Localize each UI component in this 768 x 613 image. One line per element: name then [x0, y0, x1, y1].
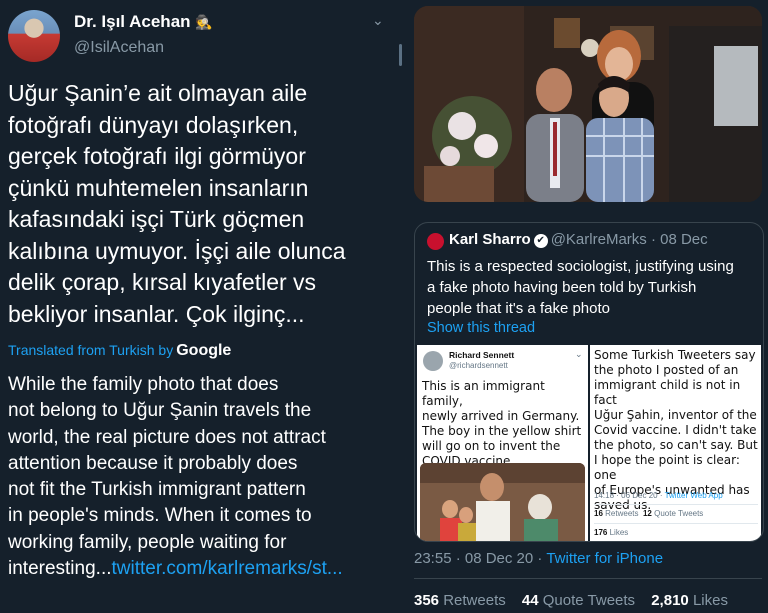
retweet-label: Retweets: [605, 509, 639, 518]
like-count: 2,810: [651, 592, 689, 609]
text-line: bekliyor insanlar. Çok ilginç...: [8, 300, 305, 327]
screenshot-card-sennett[interactable]: Richard Sennett @richardsennett ⌄ This i…: [417, 345, 588, 541]
text-line: a fake photo having been told by Turkish: [427, 279, 697, 296]
text-line: not belong to Uğur Şanin travels the: [8, 400, 312, 422]
translated-label: Translated from Turkish by: [8, 342, 174, 358]
text-line: immigrant child is not in fact: [594, 378, 741, 407]
like-label: Likes: [609, 528, 629, 537]
text-line: not fit the Turkish immigrant pattern: [8, 479, 306, 501]
text-line: attention because it probably does: [8, 452, 298, 474]
translation-attribution[interactable]: Translated from Turkish by Google: [8, 342, 231, 360]
text-line: Uğur Şahin, inventor of the: [594, 408, 757, 422]
text-line: The boy in the yellow shirt: [422, 424, 582, 438]
meta-time: 14:18 · 06 Dec 20 ·: [594, 491, 663, 500]
like-count: 176: [594, 528, 608, 537]
tweet-time[interactable]: 23:55 · 08 Dec 20 ·: [414, 550, 542, 567]
google-logo: Google: [176, 342, 232, 359]
show-thread-link[interactable]: Show this thread: [427, 320, 535, 336]
sharro-tweet-stats: 16 Retweets 12 Quote Tweets: [594, 509, 703, 518]
quote-count: 12: [642, 509, 652, 518]
divider: [594, 504, 758, 505]
author-name[interactable]: Dr. Işıl Acehan 🕵: [74, 12, 213, 32]
text-line: Covid vaccine. I didn't take: [594, 423, 757, 437]
quoted-author-name: Karl Sharro: [449, 231, 531, 248]
text-line: Some Turkish Tweeters say: [594, 348, 756, 362]
text-line: This is an immigrant family,: [422, 379, 545, 408]
quoted-tweet-link[interactable]: twitter.com/karlremarks/st...: [112, 558, 343, 579]
divider: [594, 523, 758, 524]
verified-badge-icon: ✔: [533, 234, 548, 248]
retweet-count: 16: [594, 509, 603, 518]
text-line: will go on to invent the: [422, 439, 561, 453]
sennett-name: Richard Sennett: [449, 350, 515, 360]
quoted-author-avatar[interactable]: [427, 233, 444, 250]
retweets-stat[interactable]: 356 Retweets: [414, 592, 506, 609]
text-line: While the family photo that does: [8, 374, 279, 395]
sennett-chevron-icon: ⌄: [575, 349, 583, 359]
family-photo-illustration: [414, 6, 762, 202]
text-line: çünkü muhtemelen insanların: [8, 174, 309, 201]
text-line: fotoğrafı dünyayı dolaşırken,: [8, 111, 299, 138]
text-line: newly arrived in Germany.: [422, 409, 580, 423]
text-fragment: interesting...: [8, 558, 112, 580]
scrollbar[interactable]: [399, 44, 402, 66]
text-line: delik çorap, kırsal kıyafetler vs: [8, 269, 317, 295]
tweet-original-text: Uğur Şanin’e ait olmayan aile fotoğrafı …: [8, 78, 403, 330]
immigrant-family-illustration: [420, 463, 585, 541]
text-line: Uğur Şanin’e ait olmayan aile: [8, 80, 308, 106]
tweet-translation-text: While the family photo that does not bel…: [8, 372, 406, 582]
quoted-tweet[interactable]: Karl Sharro ✔ @KarlreMarks · 08 Dec This i…: [414, 222, 764, 542]
text-line: kalıbına uymuyor. İşçi aile olunca: [8, 237, 346, 264]
quote-count: 44: [521, 592, 539, 609]
likes-stat[interactable]: 2,810 Likes: [651, 592, 728, 609]
sharro-tweet-text: Some Turkish Tweeters say the photo I po…: [594, 348, 760, 513]
text-line: world, the real picture does not attract: [8, 426, 326, 448]
sharro-tweet-likes: 176 Likes: [594, 528, 628, 537]
quoted-tweet-text: This is a respected sociologist, justify…: [427, 256, 757, 319]
immigrant-family-photo: [420, 463, 585, 541]
retweet-label: Retweets: [443, 592, 506, 609]
family-photo[interactable]: [414, 6, 762, 202]
text-line: gerçek fotoğrafı ilgi görmüyor: [8, 143, 306, 169]
text-line: kafasındaki işçi Türk göçmen: [8, 206, 305, 232]
text-line: in people's minds. When it comes to: [8, 505, 312, 527]
quoted-handle-date: @KarlreMarks · 08 Dec: [550, 231, 708, 248]
meta-source: Twitter Web App: [664, 491, 723, 500]
text-line: I hope the point is clear: one: [594, 453, 740, 482]
tweet-stats: 356 Retweets 44 Quote Tweets 2,810 Likes: [414, 592, 728, 609]
sennett-handle: @richardsennett: [449, 361, 508, 370]
retweet-count: 356: [414, 592, 440, 609]
text-line: people that it's a fake photo: [427, 300, 610, 317]
divider: [414, 578, 762, 579]
sennett-avatar: [423, 351, 443, 371]
text-line: working family, people waiting for: [8, 531, 287, 553]
text-line: interesting...twitter.com/karlremarks/st…: [8, 556, 406, 582]
text-line: the photo, so can't say. But: [594, 438, 758, 452]
quotes-stat[interactable]: 44 Quote Tweets: [522, 592, 635, 609]
quote-label: Quote Tweets: [654, 509, 704, 518]
sennett-tweet-text: This is an immigrant family, newly arriv…: [422, 379, 587, 469]
screenshot-card-sharro[interactable]: Some Turkish Tweeters say the photo I po…: [590, 345, 761, 541]
text-line: the photo I posted of an: [594, 363, 739, 377]
quote-label: Quote Tweets: [542, 592, 636, 609]
tweet-source[interactable]: Twitter for iPhone: [546, 550, 663, 567]
tweet-menu-chevron-icon[interactable]: ⌄: [372, 12, 384, 29]
quoted-author[interactable]: Karl Sharro ✔ @KarlreMarks · 08 Dec: [449, 231, 708, 248]
tweet-timestamp: 23:55 · 08 Dec 20 · Twitter for iPhone: [414, 550, 663, 567]
author-name-text: Dr. Işıl Acehan: [74, 12, 191, 31]
sharro-tweet-meta: 14:18 · 06 Dec 20 · Twitter Web App: [594, 491, 723, 500]
author-handle[interactable]: @IsilAcehan: [74, 39, 164, 57]
author-avatar[interactable]: [8, 10, 60, 62]
text-line: This is a respected sociologist, justify…: [427, 258, 734, 275]
spy-emoji-icon: 🕵: [195, 14, 213, 30]
like-label: Likes: [692, 592, 728, 609]
